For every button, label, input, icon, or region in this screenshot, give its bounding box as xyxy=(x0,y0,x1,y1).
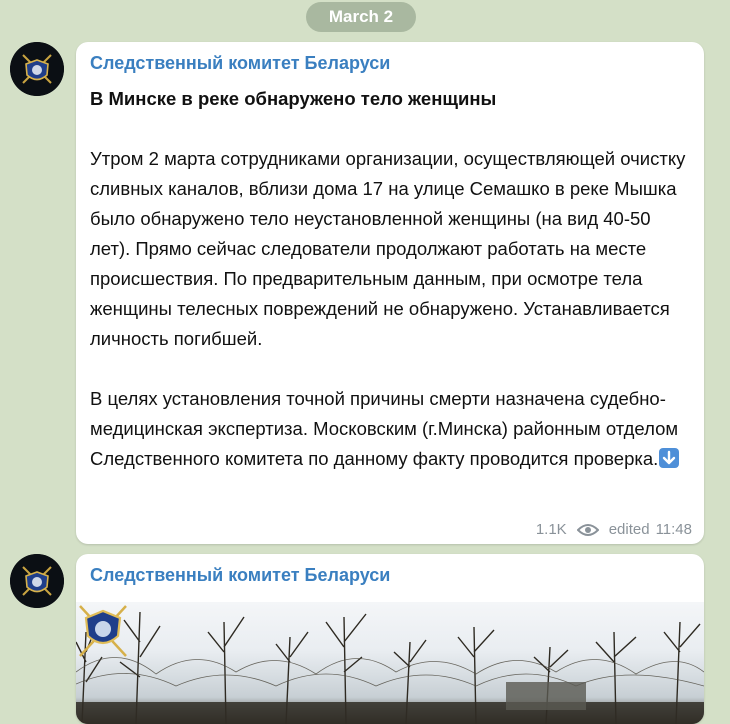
message-paragraph: В целях установления точной причины смер… xyxy=(90,384,690,474)
view-count: 1.1K xyxy=(535,521,567,538)
edited-label: edited xyxy=(608,521,650,538)
emblem-icon xyxy=(10,554,64,608)
sender-name[interactable]: Следственный комитет Беларуси xyxy=(90,52,690,74)
down-arrow-icon xyxy=(659,448,680,468)
message-paragraph: Утром 2 марта сотрудниками организации, … xyxy=(90,148,686,349)
message-meta: 1.1K edited 11:48 xyxy=(536,521,692,538)
channel-avatar[interactable] xyxy=(10,554,64,608)
seal-icon xyxy=(79,605,127,657)
eye-icon xyxy=(576,523,600,537)
message-bubble: Следственный комитет Беларуси xyxy=(76,554,704,724)
channel-avatar[interactable] xyxy=(10,42,64,96)
emblem-icon xyxy=(10,42,64,96)
message-time: 11:48 xyxy=(655,521,692,538)
sender-name[interactable]: Следственный комитет Беларуси xyxy=(76,554,704,602)
message-bubble: Следственный комитет Беларуси В Минске в… xyxy=(76,42,704,544)
message-paragraph-text: В целях установления точной причины смер… xyxy=(90,388,679,469)
message-title: В Минске в реке обнаружено тело женщины xyxy=(90,88,497,109)
date-divider: March 2 xyxy=(306,2,416,32)
